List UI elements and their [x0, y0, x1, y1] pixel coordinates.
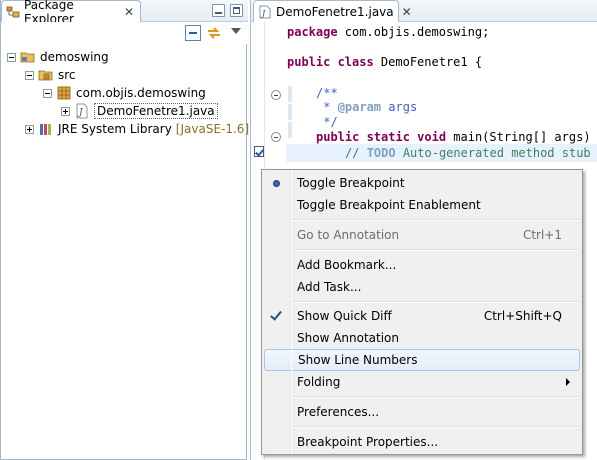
- code-line: // TODO Auto-generated method stub: [345, 144, 591, 162]
- code-text: com.objis.demoswing;: [337, 25, 490, 39]
- menu-item-label: Add Bookmark...: [297, 258, 397, 272]
- code-text: *: [316, 100, 338, 114]
- menu-item-show-quick-diff[interactable]: Show Quick Diff Ctrl+Shift+Q: [264, 305, 580, 327]
- code-text: DemoFenetre1 {: [373, 55, 483, 69]
- collapse-toggle-icon[interactable]: [25, 70, 34, 80]
- code-line: package com.objis.demoswing;: [287, 23, 489, 41]
- package-explorer-view: Package Explorer ✕ demoswing src com.obj…: [0, 0, 249, 460]
- menu-item-show-line-numbers[interactable]: Show Line Numbers: [264, 349, 580, 371]
- menu-item-add-bookmark[interactable]: Add Bookmark...: [264, 254, 580, 276]
- collapse-all-icon[interactable]: [185, 25, 201, 41]
- library-icon: [38, 121, 54, 137]
- menu-item-shortcut: Ctrl+1: [522, 228, 562, 242]
- menu-item-label: Folding: [297, 375, 341, 389]
- fold-toggle-icon[interactable]: [271, 132, 281, 142]
- close-icon[interactable]: ✕: [124, 6, 134, 18]
- project-folder-icon: [20, 49, 36, 65]
- code-line: public class DemoFenetre1 {: [287, 53, 482, 71]
- expand-toggle-icon[interactable]: [25, 124, 34, 134]
- view-menu-icon[interactable]: [231, 28, 241, 34]
- menu-separator: [292, 396, 580, 398]
- expand-toggle-icon[interactable]: [61, 106, 70, 116]
- java-file-icon: J: [258, 5, 272, 19]
- maximize-button[interactable]: [230, 4, 243, 17]
- menu-separator: [292, 219, 580, 221]
- menu-item-label: Preferences...: [297, 405, 380, 419]
- menu-item-label: Go to Annotation: [297, 228, 400, 242]
- menu-item-shortcut: Ctrl+Shift+Q: [483, 309, 562, 323]
- tab-demofenetre1-java[interactable]: J DemoFenetre1.java ✕: [253, 0, 412, 22]
- tab-package-explorer[interactable]: Package Explorer ✕: [1, 0, 141, 26]
- menu-item-label: Show Quick Diff: [297, 309, 392, 323]
- source-folder-icon: [38, 67, 54, 83]
- code-keyword: public class: [287, 55, 374, 69]
- submenu-arrow-icon: [566, 378, 570, 386]
- code-keyword: package: [287, 25, 338, 39]
- tree-item-label: DemoFenetre1.java: [94, 103, 218, 119]
- package-explorer-icon: [6, 5, 20, 19]
- collapse-toggle-icon[interactable]: [43, 88, 52, 98]
- menu-item-label: Show Line Numbers: [298, 353, 418, 367]
- menu-item-preferences[interactable]: Preferences...: [264, 401, 580, 423]
- quick-diff-marker: [288, 104, 292, 120]
- menu-item-label: Toggle Breakpoint: [297, 176, 405, 190]
- quick-diff-marker: [288, 122, 292, 138]
- code-keyword: public static void: [316, 130, 447, 144]
- tab-label: DemoFenetre1.java: [276, 4, 394, 19]
- tree-item-label: JRE System Library: [58, 122, 172, 136]
- code-text: main(String[] args) {: [446, 130, 597, 144]
- menu-separator: [292, 301, 580, 303]
- menu-item-folding[interactable]: Folding: [264, 371, 580, 393]
- fold-toggle-icon[interactable]: [271, 90, 281, 100]
- task-marker-icon[interactable]: [254, 146, 264, 157]
- tree-item-label: com.objis.demoswing: [76, 86, 206, 100]
- editor-tabbar: J DemoFenetre1.java ✕: [251, 0, 597, 22]
- breakpoint-icon: [264, 172, 288, 194]
- quick-diff-marker: [288, 86, 292, 102]
- tree-item-label: src: [58, 68, 76, 82]
- menu-item-toggle-breakpoint-enablement[interactable]: Toggle Breakpoint Enablement: [264, 194, 580, 216]
- java-file-icon: J: [74, 103, 90, 119]
- package-icon: [56, 85, 72, 101]
- menu-item-label: Toggle Breakpoint Enablement: [297, 198, 481, 212]
- menu-separator: [292, 249, 580, 251]
- menu-item-label: Add Task...: [297, 280, 362, 294]
- checkmark-icon: [264, 305, 288, 327]
- ruler-context-menu: Toggle Breakpoint Toggle Breakpoint Enab…: [261, 169, 583, 455]
- tree-item-project[interactable]: demoswing: [7, 48, 109, 66]
- menu-item-label: Breakpoint Properties...: [297, 435, 439, 449]
- package-explorer-tabbar: Package Explorer ✕: [1, 0, 248, 26]
- collapse-toggle-icon[interactable]: [7, 52, 16, 62]
- tree-item-jre-library[interactable]: JRE System Library [JavaSE-1.6]: [25, 120, 249, 138]
- tree-item-package[interactable]: com.objis.demoswing: [43, 84, 206, 102]
- code-text: //: [345, 146, 367, 160]
- menu-item-breakpoint-properties[interactable]: Breakpoint Properties...: [264, 431, 580, 453]
- code-text: Auto-generated method stub: [395, 146, 591, 160]
- menu-item-toggle-breakpoint[interactable]: Toggle Breakpoint: [264, 172, 580, 194]
- close-icon[interactable]: ✕: [402, 6, 412, 18]
- menu-separator: [292, 426, 580, 428]
- menu-item-add-task[interactable]: Add Task...: [264, 276, 580, 298]
- tree-item-java-file[interactable]: J DemoFenetre1.java: [61, 102, 218, 120]
- code-text: args: [381, 100, 418, 114]
- minimize-button[interactable]: [212, 4, 225, 17]
- menu-item-label: Show Annotation: [297, 331, 399, 345]
- code-javadoc-tag: @param: [337, 100, 382, 114]
- link-with-editor-icon[interactable]: [206, 25, 222, 41]
- tree-item-label: demoswing: [40, 50, 109, 64]
- tree-item-src[interactable]: src: [25, 66, 76, 84]
- jre-version-decoration: [JavaSE-1.6]: [175, 122, 250, 136]
- menu-item-show-annotation[interactable]: Show Annotation: [264, 327, 580, 349]
- package-explorer-toolbar: [1, 22, 248, 44]
- code-todo-tag: TODO: [366, 146, 396, 160]
- menu-item-go-to-annotation[interactable]: Go to Annotation Ctrl+1: [264, 224, 580, 246]
